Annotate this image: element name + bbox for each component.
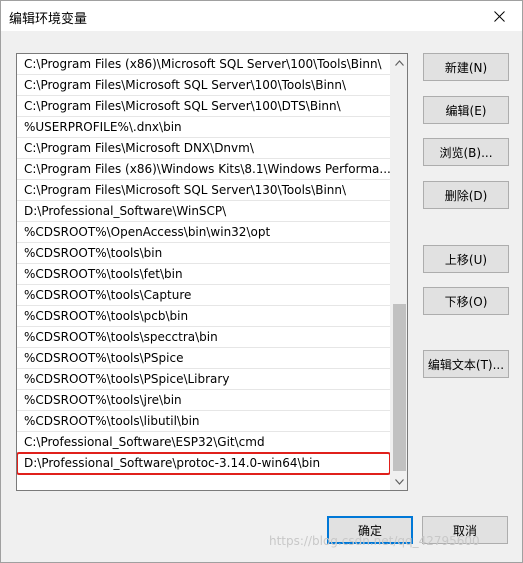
new-button[interactable]: 新建(N) [423, 53, 509, 81]
watermark-text: https://blog.csdn.net/qq_42795600 [269, 534, 480, 548]
scroll-down-button[interactable] [391, 473, 407, 490]
chevron-up-icon [395, 59, 404, 66]
scroll-up-button[interactable] [391, 54, 407, 71]
path-list-item[interactable]: %CDSROOT%\tools\fet\bin [17, 264, 390, 285]
path-list-item[interactable]: C:\Program Files\Microsoft DNX\Dnvm\ [17, 138, 390, 159]
move-down-button[interactable]: 下移(O) [423, 287, 509, 315]
close-button[interactable] [476, 1, 522, 31]
path-list-item[interactable]: %CDSROOT%\tools\specctra\bin [17, 327, 390, 348]
path-list-item[interactable]: %CDSROOT%\tools\Capture [17, 285, 390, 306]
path-list-item[interactable]: %CDSROOT%\tools\bin [17, 243, 390, 264]
move-up-button[interactable]: 上移(U) [423, 245, 509, 273]
path-list-item[interactable]: %CDSROOT%\tools\pcb\bin [17, 306, 390, 327]
path-list-item[interactable]: C:\Program Files (x86)\Windows Kits\8.1\… [17, 159, 390, 180]
path-list-item[interactable]: %CDSROOT%\OpenAccess\bin\win32\opt [17, 222, 390, 243]
edit-button[interactable]: 编辑(E) [423, 96, 509, 124]
window-title: 编辑环境变量 [9, 12, 88, 27]
path-list-item[interactable]: %CDSROOT%\tools\jre\bin [17, 390, 390, 411]
vertical-scrollbar[interactable] [390, 54, 407, 490]
path-list-item[interactable]: D:\Professional_Software\WinSCP\ [17, 201, 390, 222]
path-list-item[interactable]: %CDSROOT%\tools\PSpice\Library [17, 369, 390, 390]
edit-env-var-dialog: 编辑环境变量 C:\Program Files (x86)\Microsoft … [0, 0, 523, 563]
chevron-down-icon [395, 478, 404, 485]
browse-button[interactable]: 浏览(B)... [423, 138, 509, 166]
path-list-item[interactable]: C:\Professional_Software\ESP32\Git\cmd [17, 432, 390, 453]
delete-button[interactable]: 删除(D) [423, 181, 509, 209]
path-list-item[interactable]: %CDSROOT%\tools\libutil\bin [17, 411, 390, 432]
path-list-item[interactable]: D:\Professional_Software\protoc-3.14.0-w… [17, 452, 391, 475]
path-list-item[interactable]: C:\Program Files (x86)\Microsoft SQL Ser… [17, 54, 390, 75]
scroll-thumb[interactable] [393, 304, 406, 471]
path-list-item[interactable]: %USERPROFILE%\.dnx\bin [17, 117, 390, 138]
title-bar: 编辑环境变量 [1, 1, 522, 31]
path-list-item[interactable]: C:\Program Files\Microsoft SQL Server\10… [17, 96, 390, 117]
edit-text-button[interactable]: 编辑文本(T)... [423, 350, 509, 378]
path-listbox[interactable]: C:\Program Files (x86)\Microsoft SQL Ser… [16, 53, 408, 491]
path-list-item[interactable]: C:\Program Files\Microsoft SQL Server\13… [17, 180, 390, 201]
path-list: C:\Program Files (x86)\Microsoft SQL Ser… [17, 54, 391, 475]
close-icon [493, 10, 505, 22]
path-list-item[interactable]: %CDSROOT%\tools\PSpice [17, 348, 390, 369]
path-list-item[interactable]: C:\Program Files\Microsoft SQL Server\10… [17, 75, 390, 96]
